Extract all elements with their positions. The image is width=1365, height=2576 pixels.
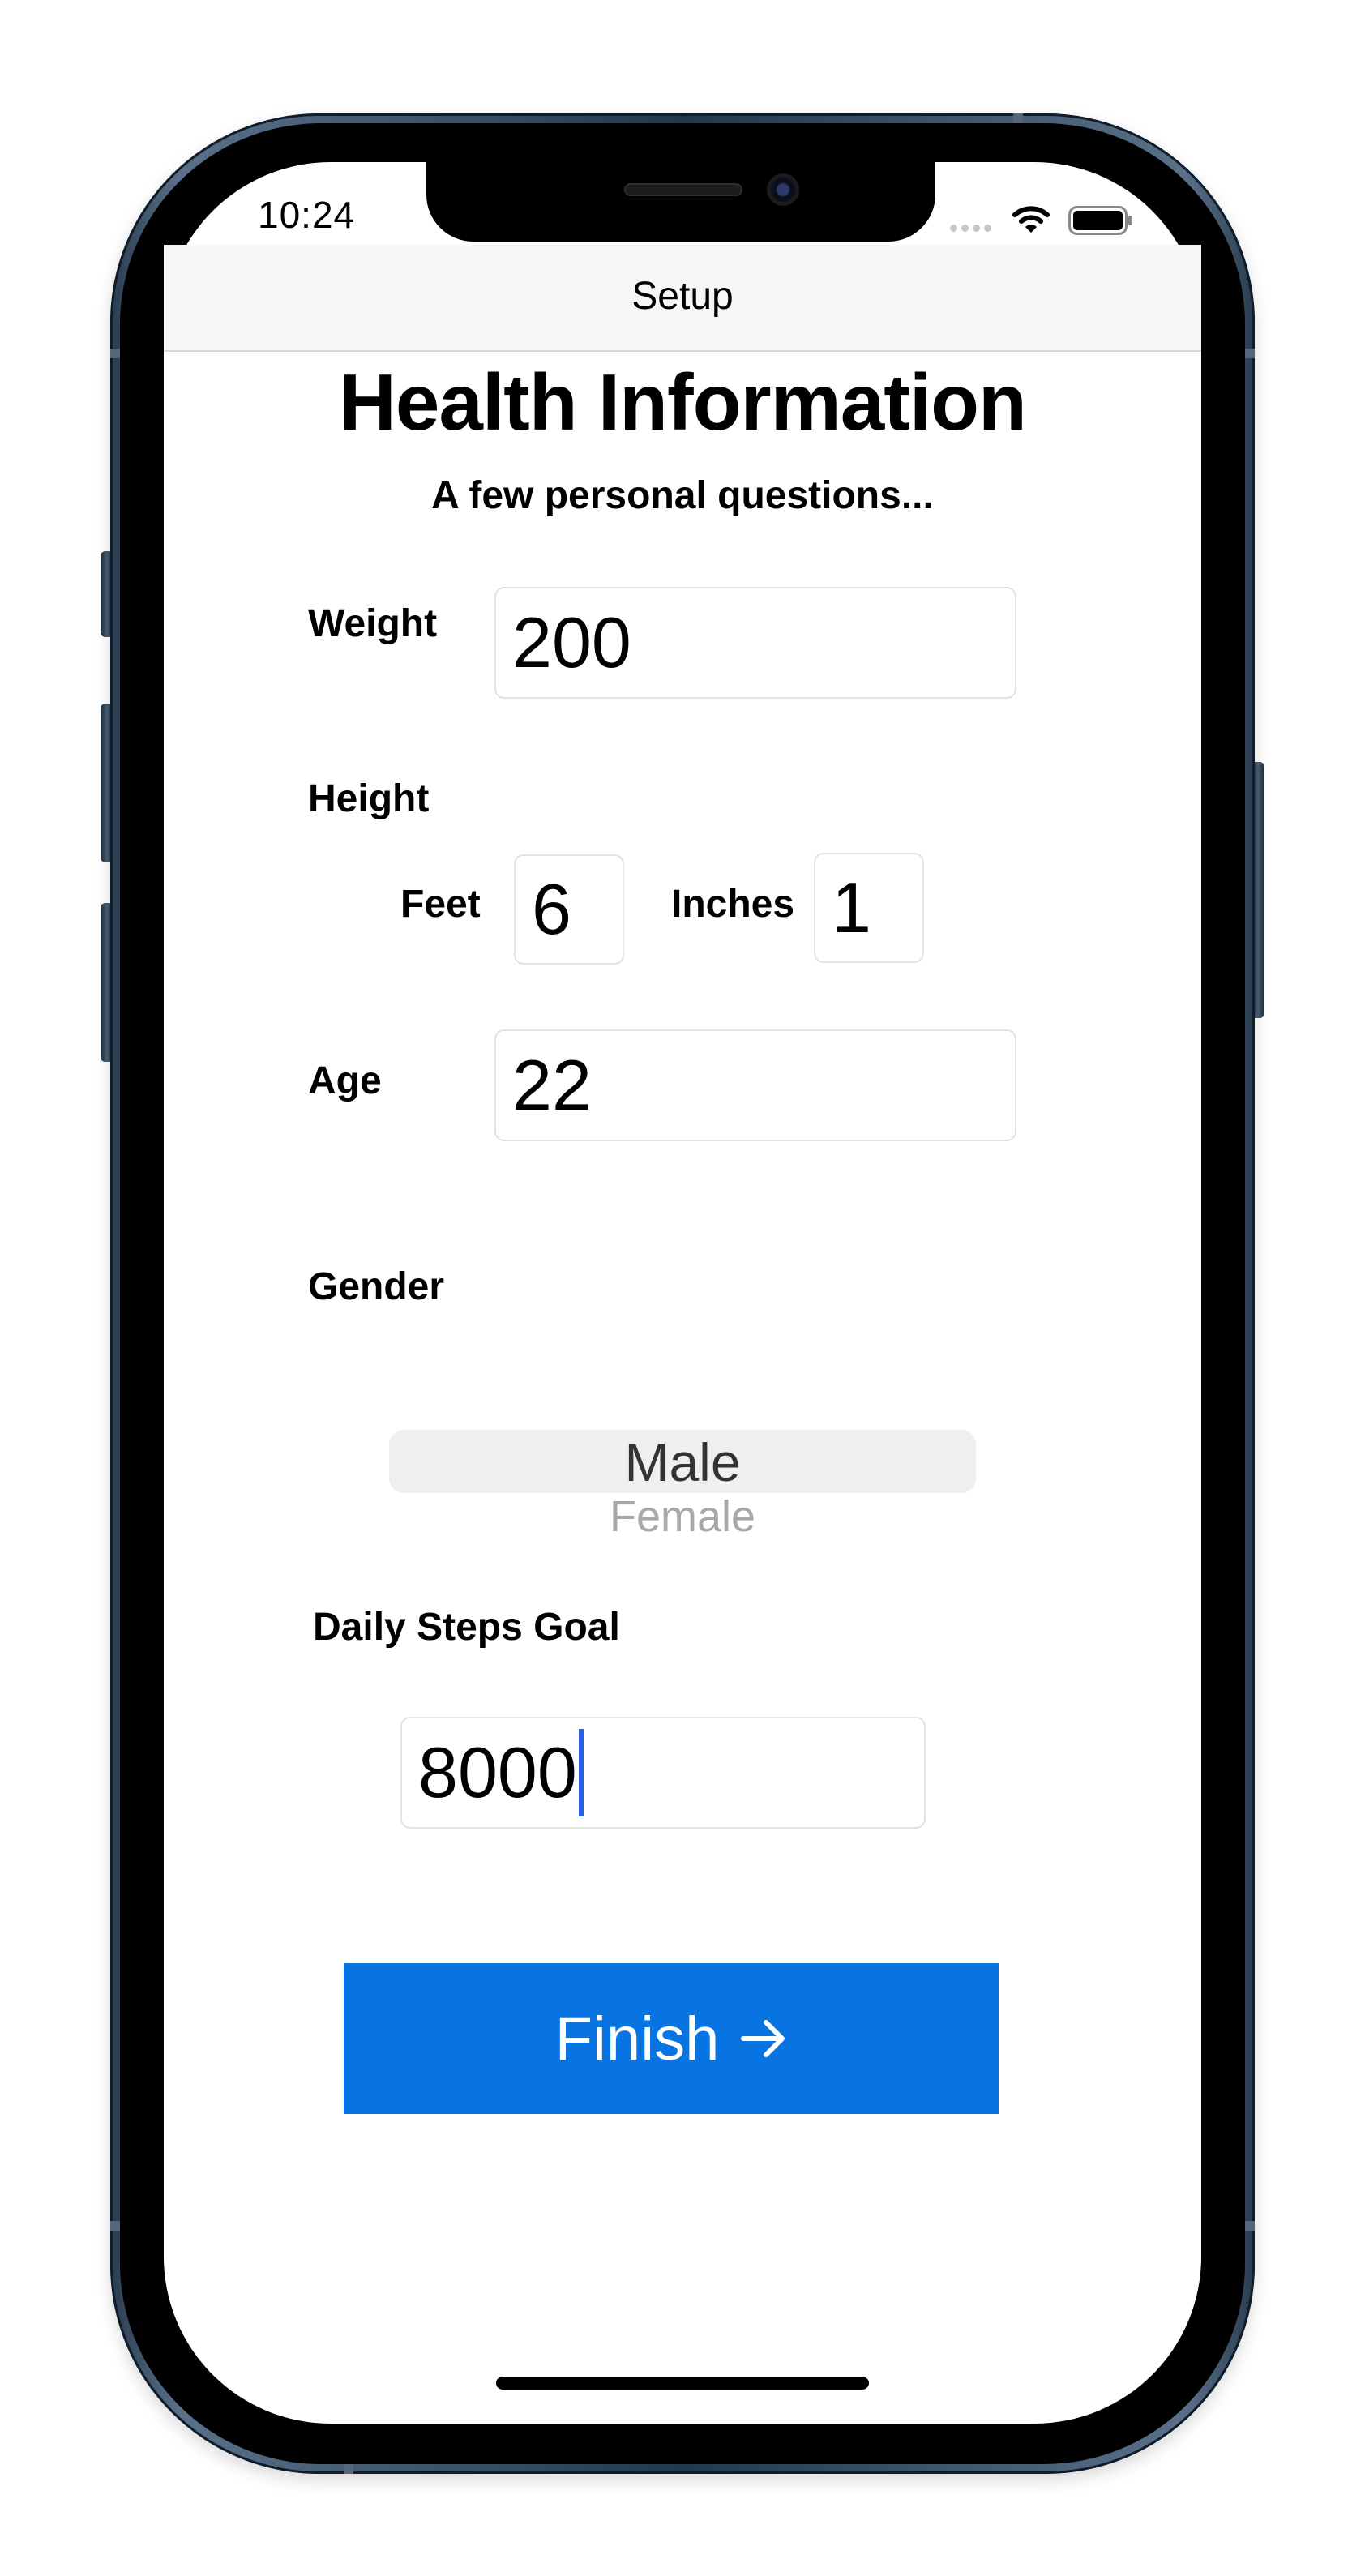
feet-field[interactable]: 6 bbox=[514, 854, 624, 965]
weight-field[interactable]: 200 bbox=[494, 587, 1016, 699]
arrow-right-icon bbox=[741, 2020, 785, 2057]
finish-button-label: Finish bbox=[554, 2004, 720, 2073]
height-label: Height bbox=[308, 777, 430, 820]
antenna-band bbox=[1013, 113, 1023, 123]
front-camera bbox=[767, 173, 799, 206]
feet-label: Feet bbox=[400, 883, 481, 926]
age-label: Age bbox=[308, 1059, 382, 1102]
steps-label: Daily Steps Goal bbox=[313, 1606, 620, 1649]
inches-field[interactable]: 1 bbox=[814, 853, 924, 963]
notch bbox=[426, 162, 935, 242]
device-mockup: Setup 10:24 Health Information A few per… bbox=[0, 0, 1365, 2576]
nav-title: Setup bbox=[631, 275, 734, 318]
text-cursor bbox=[578, 1729, 584, 1816]
navigation-bar: Setup bbox=[164, 245, 1201, 352]
gender-label: Gender bbox=[308, 1265, 445, 1308]
earpiece-speaker bbox=[624, 183, 742, 196]
inches-label: Inches bbox=[671, 883, 795, 926]
antenna-band bbox=[110, 2221, 120, 2231]
steps-field[interactable]: 8000 bbox=[400, 1717, 926, 1829]
finish-button[interactable]: Finish bbox=[344, 1963, 999, 2114]
antenna-band bbox=[344, 2464, 353, 2474]
steps-value: 8000 bbox=[418, 1732, 577, 1812]
signal-icon bbox=[950, 224, 992, 232]
antenna-band bbox=[1245, 349, 1255, 358]
page-title: Health Information bbox=[339, 357, 1027, 447]
age-field[interactable]: 22 bbox=[494, 1029, 1016, 1141]
page-subtitle: A few personal questions... bbox=[431, 474, 934, 517]
status-time: 10:24 bbox=[258, 194, 356, 236]
weight-label: Weight bbox=[308, 602, 438, 645]
gender-option-male[interactable]: Male bbox=[389, 1431, 976, 1493]
battery-icon bbox=[1068, 206, 1132, 235]
home-indicator bbox=[496, 2377, 869, 2390]
gender-option-female[interactable]: Female bbox=[389, 1491, 976, 1537]
antenna-band bbox=[1245, 2221, 1255, 2231]
wifi-icon bbox=[1012, 206, 1050, 233]
antenna-band bbox=[110, 349, 120, 358]
